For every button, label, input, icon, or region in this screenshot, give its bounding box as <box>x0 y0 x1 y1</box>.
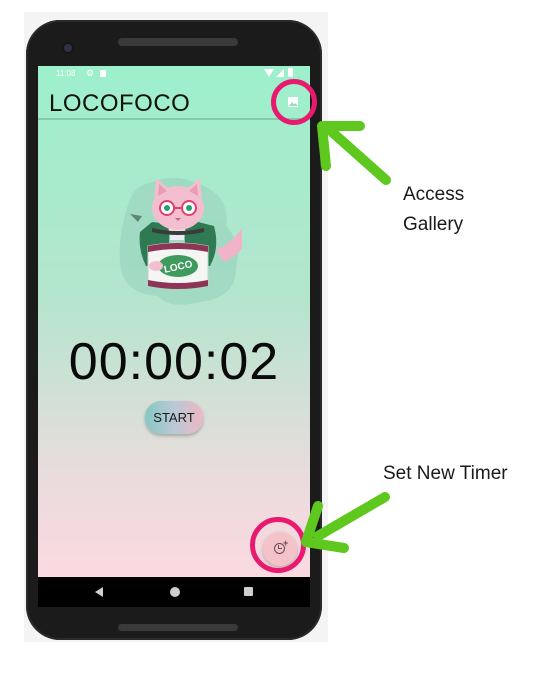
annotation-arrows <box>301 121 391 553</box>
annotation-line-2: Gallery <box>403 214 464 235</box>
annotation-line-1: Access <box>403 184 465 205</box>
access-gallery-annotation: Access Gallery <box>403 180 464 240</box>
gallery-arrow <box>317 121 391 185</box>
timer-arrow <box>301 492 390 553</box>
set-new-timer-annotation: Set New Timer <box>383 463 508 484</box>
